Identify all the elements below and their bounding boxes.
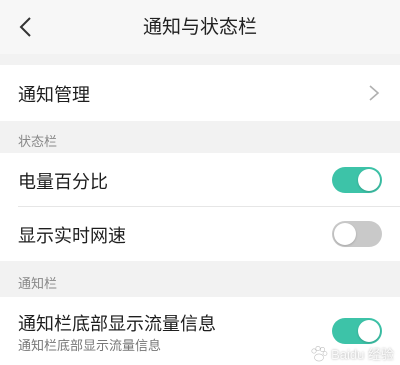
notification-management-row[interactable]: 通知管理 xyxy=(0,65,400,121)
traffic-info-sublabel: 通知栏底部显示流量信息 xyxy=(18,339,162,354)
toggle-knob xyxy=(358,169,380,191)
section-title-status-bar: 状态栏 xyxy=(18,135,58,150)
toggle-knob xyxy=(358,320,380,342)
paw-icon xyxy=(311,345,328,361)
realtime-speed-row[interactable]: 显示实时网速 xyxy=(0,207,400,261)
watermark-text: Baidu 经验 xyxy=(331,347,394,362)
battery-percentage-label: 电量百分比 xyxy=(18,172,108,193)
section-status-bar: 状态栏 xyxy=(0,121,400,153)
realtime-speed-label: 显示实时网速 xyxy=(18,226,126,247)
toggle-knob xyxy=(334,223,356,245)
baidu-watermark: Baidu 经验 xyxy=(310,344,394,363)
battery-percentage-toggle[interactable] xyxy=(332,167,382,193)
chevron-right-icon xyxy=(369,85,380,101)
battery-percentage-row[interactable]: 电量百分比 xyxy=(0,153,400,207)
traffic-info-toggle[interactable] xyxy=(332,318,382,344)
section-title-notification-bar: 通知栏 xyxy=(18,277,58,292)
top-bar: 通知与状态栏 xyxy=(0,0,400,54)
realtime-speed-toggle[interactable] xyxy=(332,221,382,247)
traffic-info-label: 通知栏底部显示流量信息 xyxy=(18,314,216,335)
notification-management-label: 通知管理 xyxy=(18,85,90,106)
page-title: 通知与状态栏 xyxy=(142,16,257,38)
section-notification-bar: 通知栏 xyxy=(0,261,400,297)
